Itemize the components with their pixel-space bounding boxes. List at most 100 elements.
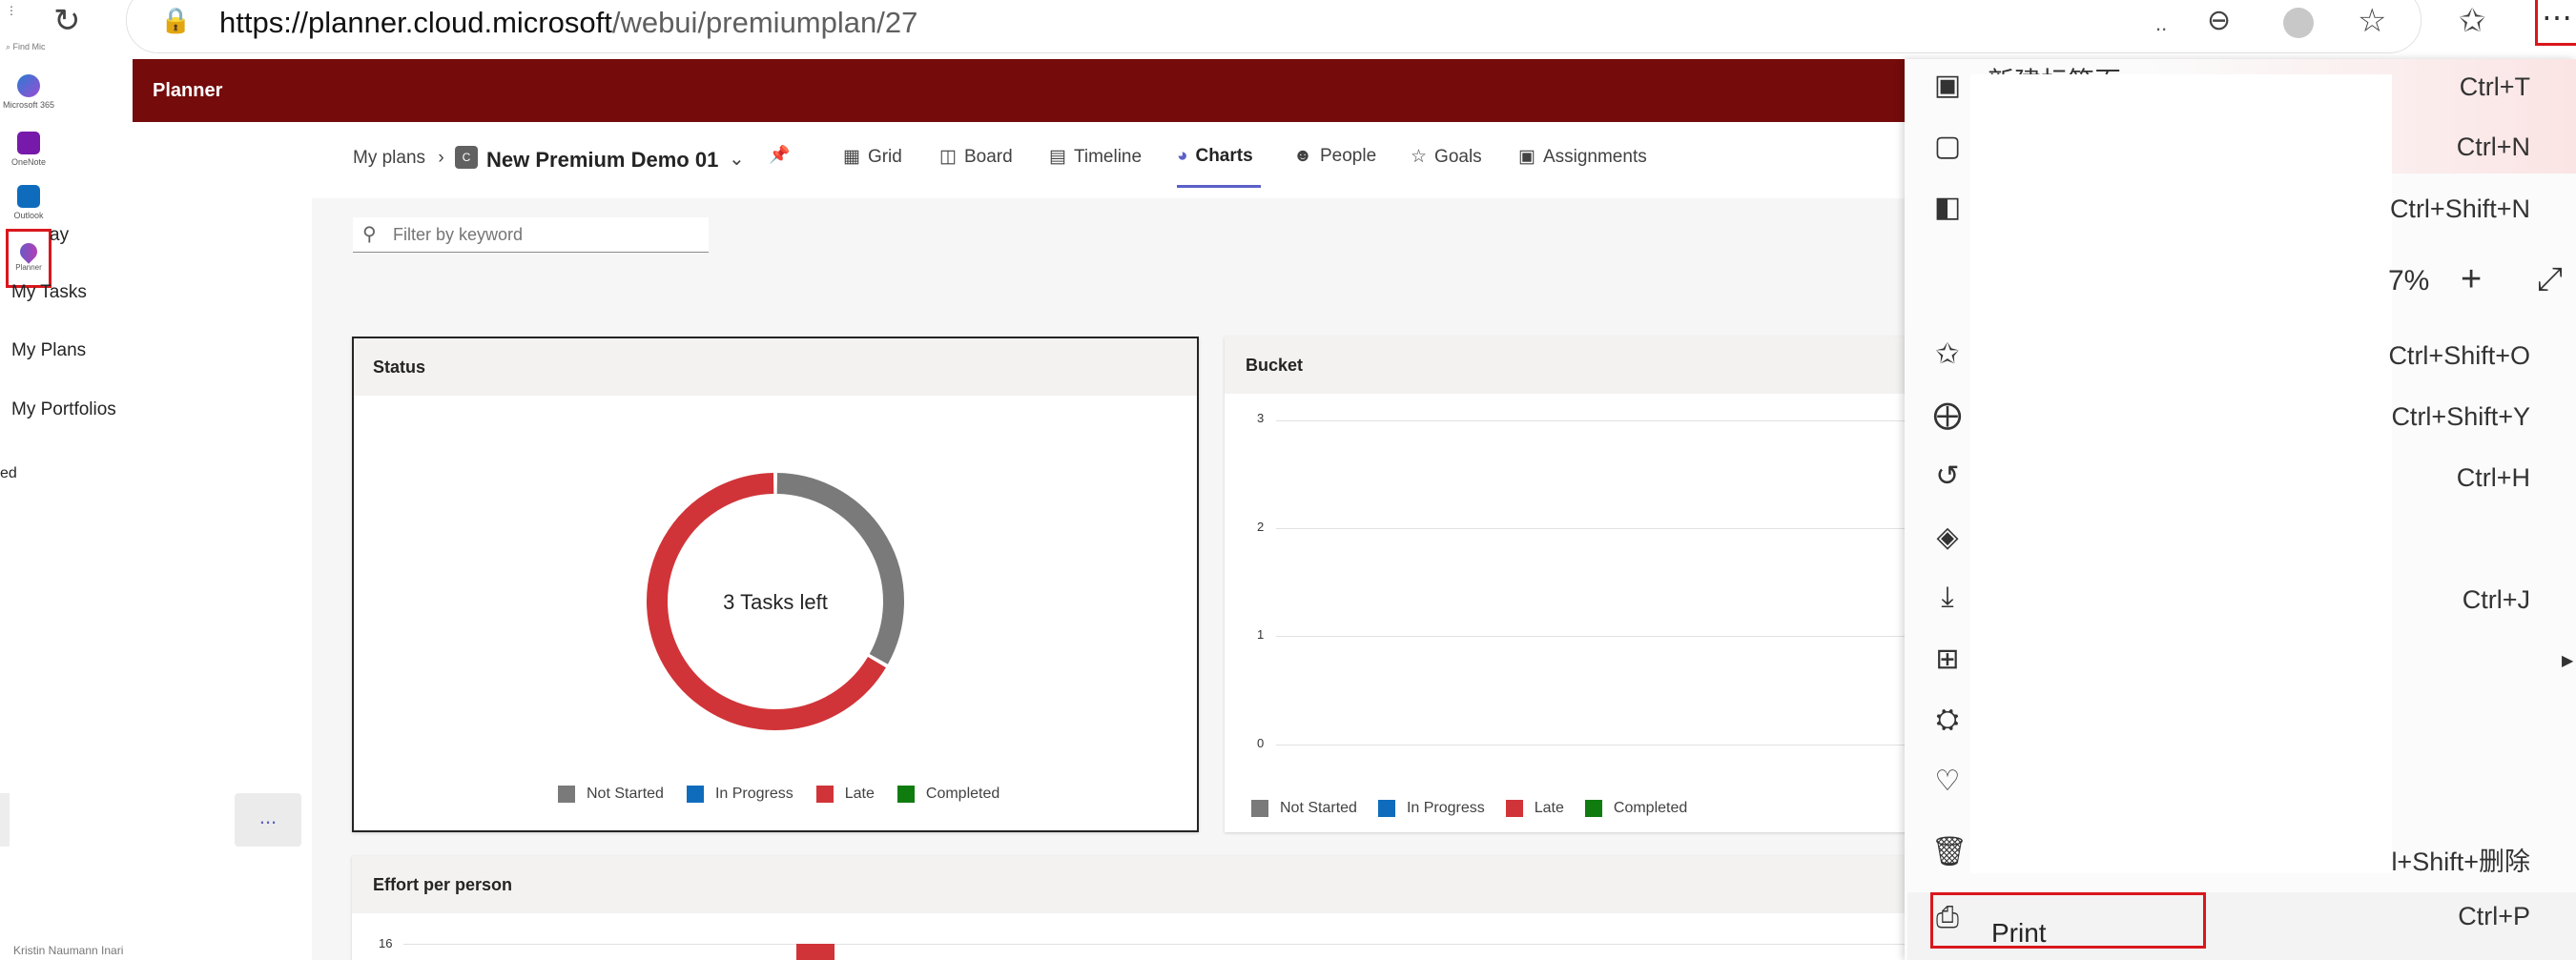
nav-item-pinned[interactable]: ed (0, 465, 17, 482)
breadcrumb-my-plans[interactable]: My plans (353, 148, 425, 168)
board-icon: ◫ (939, 147, 957, 167)
legend-swatch-late (1505, 800, 1523, 817)
legend-label: Not Started (587, 786, 664, 802)
nav-item-my-tasks[interactable]: My Tasks (11, 282, 87, 303)
menu-shortcut: l+Shift+删除 (2391, 848, 2530, 876)
collections-icon[interactable]: ⨁ (1931, 398, 1964, 432)
gridline (1276, 745, 1911, 746)
legend-swatch-completed (1584, 800, 1602, 817)
bucket-card: Bucket 3 2 1 0 Not Started In Progress L… (1225, 337, 1911, 832)
legend-swatch-in-progress (1377, 800, 1395, 817)
plan-badge-letter: C (462, 151, 471, 164)
favorites-list-icon[interactable]: ✩ (2459, 2, 2486, 40)
grid-icon: ▦ (843, 147, 860, 167)
y-tick-label: 2 (1257, 520, 1265, 534)
rail-search[interactable]: ⌕ Find Mic (6, 42, 46, 52)
legend-label: Late (844, 786, 875, 802)
rail-app-label: Microsoft 365 (2, 100, 55, 110)
menu-shortcut: Ctrl+T (2459, 72, 2530, 101)
extensions-icon[interactable]: ⛭ (1931, 704, 1964, 736)
effort-card-header: Effort per person (352, 856, 1916, 913)
favorite-star-icon[interactable]: ☆ (2358, 2, 2386, 40)
inprivate-window-icon[interactable]: ◧ (1931, 191, 1964, 224)
nav-item-my-portfolios[interactable]: My Portfolios (11, 399, 116, 420)
effort-card-title: Effort per person (373, 875, 513, 894)
rail-app-outlook[interactable]: Outlook (0, 185, 57, 220)
pin-icon[interactable]: 📌 (769, 145, 790, 165)
more-dots: ... (258, 805, 278, 828)
legend-label: Not Started (1280, 800, 1357, 816)
nav-item-selected[interactable] (0, 793, 10, 847)
print-highlight-box[interactable]: Print (1930, 892, 2206, 949)
address-overflow-dots: .. (2155, 11, 2168, 35)
people-icon: ☻ (1293, 146, 1312, 166)
zoom-in-plus-icon[interactable]: + (2461, 259, 2482, 300)
menu-shortcut: Ctrl+H (2456, 463, 2530, 492)
bucket-card-title: Bucket (1246, 356, 1304, 375)
more-button[interactable]: ⋯ (2535, 0, 2576, 46)
menu-shortcut: Ctrl+Shift+O (2388, 341, 2530, 370)
rail-app-label: OneNote (10, 157, 47, 167)
tab-timeline[interactable]: ▤ Timeline (1049, 146, 1142, 168)
tab-assignments[interactable]: ▣ Assignments (1518, 146, 1647, 168)
legend-swatch-completed (896, 786, 915, 803)
zoom-level-text: 7% (2388, 265, 2430, 296)
new-window-icon[interactable]: ▢ (1931, 130, 1964, 163)
legend-label: Completed (1613, 800, 1688, 816)
fullscreen-icon[interactable]: ⤢ (2537, 261, 2563, 298)
submenu-arrow-icon: ▶ (2562, 653, 2574, 669)
browser-essentials-icon[interactable]: ♡ (1931, 765, 1964, 798)
gridline (403, 944, 1916, 945)
tab-label: Goals (1434, 147, 1482, 167)
effort-card: Effort per person 16 (352, 856, 1916, 960)
plan-dropdown-chevron-icon[interactable]: ⌄ (729, 147, 745, 171)
tab-people[interactable]: ☻ People (1293, 146, 1376, 167)
rail-app-onenote[interactable]: OneNote (0, 132, 57, 167)
downloads-icon[interactable]: ⤓ (1931, 582, 1964, 614)
m365-icon (17, 74, 40, 97)
timeline-icon: ▤ (1049, 147, 1066, 167)
delete-browsing-data-icon[interactable]: 🗑 (1931, 835, 1968, 868)
apps-icon[interactable]: ⊞ (1931, 643, 1964, 676)
gridline (1276, 528, 1911, 529)
y-tick-label: 16 (379, 936, 393, 950)
tab-label: Assignments (1542, 147, 1647, 167)
history-icon[interactable]: ↺ (1931, 460, 1964, 493)
donut-slice-not-started[interactable] (776, 473, 904, 664)
tab-grid[interactable]: ▦ Grid (843, 146, 902, 168)
edge-icon[interactable] (2283, 8, 2314, 38)
rail-app-planner[interactable]: Planner (6, 229, 52, 288)
favorites-icon[interactable]: ✩ (1931, 337, 1964, 371)
tab-charts[interactable]: ◕ Charts (1177, 146, 1253, 167)
nav-more-button[interactable]: ... (235, 793, 301, 847)
tab-label: Grid (867, 147, 902, 167)
shopping-tag-icon[interactable]: ◈ (1931, 521, 1964, 554)
gridline (1276, 420, 1911, 421)
menu-shortcut: Ctrl+Shift+Y (2391, 402, 2530, 431)
active-tab-underline (1177, 185, 1261, 188)
y-tick-label: 0 (1257, 736, 1265, 750)
status-card-title: Status (373, 357, 426, 377)
nav-item-my-day[interactable]: ay (50, 225, 69, 246)
url-text[interactable]: https://planner.cloud.microsoft/webui/pr… (219, 6, 917, 40)
new-tab-icon[interactable]: ▣ (1931, 69, 1964, 102)
status-legend: Not Started In Progress Late Completed (558, 786, 999, 803)
refresh-icon[interactable]: ↻ (53, 2, 81, 40)
legend-label: In Progress (714, 786, 793, 802)
y-tick-label: 3 (1257, 411, 1265, 425)
tab-label: Board (963, 147, 1013, 167)
tab-goals[interactable]: ☆ Goals (1411, 146, 1482, 168)
nav-item-my-plans[interactable]: My Plans (11, 340, 86, 361)
tab-board[interactable]: ◫ Board (939, 146, 1013, 168)
rail-app-m365[interactable]: Microsoft 365 (0, 74, 57, 110)
menu-shortcut: Ctrl+Shift+N (2389, 194, 2530, 223)
chevron-right-icon: › (438, 148, 444, 168)
rail-app-label: Planner (15, 263, 42, 272)
zoom-out-icon[interactable]: ⊖ (2207, 4, 2231, 37)
url-path: /webui/premiumplan/27 (611, 6, 918, 39)
nav-bottom-text: Kristin Naumann Inari (13, 944, 124, 957)
plan-name[interactable]: New Premium Demo 01 (486, 148, 718, 173)
url-host: https://planner.cloud.microsoft (219, 6, 612, 39)
lock-icon[interactable]: 🔒 (160, 6, 191, 35)
filter-input[interactable] (391, 221, 700, 248)
